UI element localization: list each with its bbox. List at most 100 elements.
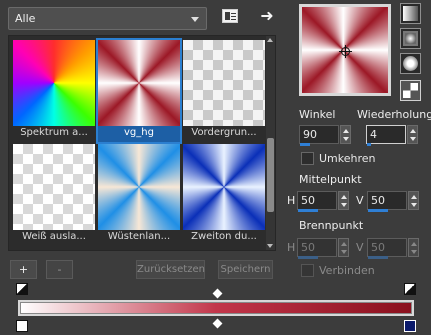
top-stop-marker-left-icon[interactable]: [16, 283, 28, 295]
linear-gradient-icon: [403, 6, 418, 21]
decrement-icon[interactable]: [343, 137, 349, 141]
focal-h-slider-bar[interactable]: [298, 256, 318, 259]
repeats-value: 4: [370, 128, 377, 141]
gradient-ramp[interactable]: [20, 302, 412, 314]
center-v-input[interactable]: 50: [367, 191, 407, 212]
increment-icon[interactable]: [341, 195, 347, 199]
focal-h-input[interactable]: 50: [297, 238, 337, 259]
gradient-tile[interactable]: Zweiton du...: [183, 144, 265, 246]
conical-gradient-icon: [403, 83, 418, 98]
center-v-spin-buttons[interactable]: [408, 191, 419, 210]
center-v-value: 50: [371, 194, 385, 207]
gradient-label: Wüstenlan...: [107, 231, 171, 242]
rectangular-style-button[interactable]: [400, 28, 421, 49]
center-v-label: V: [356, 194, 364, 207]
link-label: Verbinden: [319, 264, 375, 277]
increment-icon[interactable]: [343, 129, 349, 133]
arrow-right-icon[interactable]: ➜: [258, 7, 276, 25]
center-crosshair-icon[interactable]: [339, 45, 352, 58]
angle-spin-buttons[interactable]: [340, 125, 351, 144]
scroll-down-icon[interactable]: [267, 244, 273, 248]
center-v-slider-bar[interactable]: [368, 209, 388, 212]
dropdown-value: Alle: [15, 12, 36, 25]
add-gradient-button[interactable]: +: [10, 260, 37, 279]
angle-slider-bar[interactable]: [300, 143, 310, 146]
radial-gradient-icon: [403, 56, 418, 71]
gradient-label: Vordergrun...: [191, 127, 257, 138]
gradient-preview[interactable]: [299, 4, 391, 96]
angle-value: 90: [303, 128, 317, 141]
center-h-label: H: [287, 194, 296, 207]
gradient-library-dropdown[interactable]: Alle: [8, 7, 207, 30]
center-h-value: 50: [301, 194, 315, 207]
gradient-thumbnail: [13, 144, 95, 230]
decrement-icon[interactable]: [411, 250, 417, 254]
focal-v-input[interactable]: 50: [367, 238, 407, 259]
scroll-thumb[interactable]: [267, 138, 274, 212]
conical-style-button[interactable]: [400, 80, 421, 101]
link-checkbox[interactable]: [301, 264, 314, 277]
repeats-stepper[interactable]: 4: [366, 125, 418, 146]
save-button[interactable]: Speichern: [218, 260, 273, 279]
focal-v-stepper[interactable]: 50: [367, 238, 419, 259]
repeats-slider-bar[interactable]: [367, 143, 371, 146]
gradient-thumbnail: [183, 40, 265, 126]
midpoint-diamond-icon[interactable]: [212, 288, 223, 299]
gradient-tile-selected[interactable]: vg_hg: [96, 38, 182, 144]
focal-v-value: 50: [371, 241, 385, 254]
gradient-label: Spektrum a...: [20, 127, 88, 138]
color-stop-start-icon[interactable]: [16, 320, 28, 332]
gradient-thumbnail: [183, 144, 265, 230]
gradient-label: Weiß ausla...: [22, 231, 86, 242]
gradient-tile[interactable]: Weiß ausla...: [13, 144, 95, 246]
gradient-tile[interactable]: Spektrum a...: [13, 40, 95, 142]
top-stop-marker-right-icon[interactable]: [404, 283, 416, 295]
decrement-icon[interactable]: [341, 203, 347, 207]
grid-scrollbar[interactable]: [266, 36, 275, 250]
gradient-thumbnail: [98, 144, 180, 230]
center-h-spin-buttons[interactable]: [338, 191, 349, 210]
center-h-stepper[interactable]: 50: [297, 191, 349, 212]
focal-h-value: 50: [301, 241, 315, 254]
decrement-icon[interactable]: [410, 137, 416, 141]
gradient-thumbnail: [98, 40, 180, 126]
focal-v-slider-bar[interactable]: [368, 256, 388, 259]
midpoint-diamond-icon[interactable]: [212, 318, 223, 329]
gradient-label: vg_hg: [124, 127, 154, 138]
repeats-input[interactable]: 4: [366, 125, 406, 146]
gradient-label: Zweiton du...: [191, 231, 257, 242]
chevron-down-icon: [191, 17, 199, 22]
angle-input[interactable]: 90: [299, 125, 339, 146]
focal-h-stepper[interactable]: 50: [297, 238, 349, 259]
gradient-grid: Spektrum a... vg_hg Vordergrun... Weiß a…: [8, 35, 276, 251]
focal-v-spin-buttons[interactable]: [408, 238, 419, 257]
radial-style-button[interactable]: [400, 53, 421, 74]
decrement-icon[interactable]: [411, 203, 417, 207]
gradient-tile[interactable]: Wüstenlan...: [98, 144, 180, 246]
rectangular-gradient-icon: [403, 31, 418, 46]
center-h-slider-bar[interactable]: [298, 209, 318, 212]
reset-button[interactable]: Zurücksetzen: [136, 260, 205, 279]
remove-gradient-button[interactable]: -: [46, 260, 73, 279]
repeats-spin-buttons[interactable]: [407, 125, 418, 144]
focal-h-label: H: [287, 241, 296, 254]
increment-icon[interactable]: [411, 195, 417, 199]
angle-stepper[interactable]: 90: [299, 125, 351, 146]
focal-h-spin-buttons[interactable]: [338, 238, 349, 257]
increment-icon[interactable]: [410, 129, 416, 133]
invert-label: Umkehren: [319, 152, 376, 165]
scroll-up-icon[interactable]: [267, 38, 273, 42]
gradient-thumbnail: [13, 40, 95, 126]
center-v-stepper[interactable]: 50: [367, 191, 419, 212]
linear-style-button[interactable]: [400, 3, 421, 24]
increment-icon[interactable]: [411, 242, 417, 246]
gradient-tile[interactable]: Vordergrun...: [183, 40, 265, 142]
center-h-input[interactable]: 50: [297, 191, 337, 212]
invert-checkbox[interactable]: [301, 152, 314, 165]
center-point-label: Mittelpunkt: [299, 173, 362, 186]
color-stop-end-icon[interactable]: [404, 320, 416, 332]
decrement-icon[interactable]: [341, 250, 347, 254]
focal-point-label: Brennpunkt: [299, 219, 364, 232]
library-icon[interactable]: [222, 9, 238, 23]
increment-icon[interactable]: [341, 242, 347, 246]
